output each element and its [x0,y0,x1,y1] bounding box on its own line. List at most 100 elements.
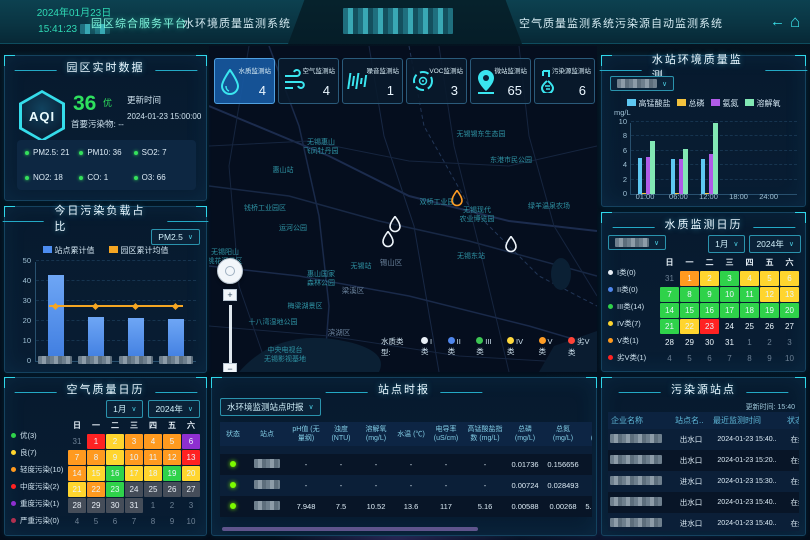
calendar-day[interactable]: 2 [700,271,719,286]
calendar-day[interactable]: 4 [68,514,86,529]
nav-item-3[interactable]: 空气质量监测系统 [519,15,615,31]
calendar-day[interactable]: 5 [760,271,779,286]
pollutant-dropdown[interactable]: PM2.5∨ [151,229,200,245]
calendar-day[interactable]: 3 [780,335,799,350]
calendar-day[interactable]: 10 [780,351,799,366]
calendar-day[interactable]: 28 [660,335,679,350]
calendar-day[interactable]: 15 [680,303,699,318]
calendar-day[interactable]: 4 [144,434,162,449]
calendar-day[interactable]: 14 [68,466,86,481]
calendar-day[interactable]: 20 [780,303,799,318]
calendar-day[interactable]: 21 [68,482,86,497]
calendar-day[interactable]: 17 [125,466,143,481]
calendar-day[interactable]: 1 [144,498,162,513]
calendar-day[interactable]: 8 [144,514,162,529]
calendar-day[interactable]: 8 [87,450,105,465]
calendar-day[interactable]: 2 [106,434,124,449]
year-dropdown[interactable]: 2024年∨ [148,400,200,418]
calendar-day[interactable]: 16 [700,303,719,318]
calendar-day[interactable]: 1 [680,271,699,286]
calendar-day[interactable]: 23 [106,482,124,497]
calendar-day[interactable]: 27 [780,319,799,334]
calendar-day[interactable]: 10 [720,287,739,302]
station-button-pollution[interactable]: 污染源监测站6 [534,58,595,104]
calendar-day[interactable]: 8 [740,351,759,366]
map-pan-compass[interactable] [217,258,243,284]
wcal-year-dropdown[interactable]: 2024年∨ [749,235,801,253]
calendar-day[interactable]: 4 [740,271,759,286]
nav-item-0[interactable]: 园区综合服务平台 [91,15,187,31]
map-canvas[interactable]: 无锡惠山 飞凤牡丹园无锡锡东生态园东港市民公园惠山站钱桥工业园区运河公园无锡阳山… [209,46,597,372]
calendar-day[interactable]: 17 [720,303,739,318]
back-icon[interactable]: ← [770,12,785,32]
calendar-day[interactable]: 27 [182,482,200,497]
calendar-day[interactable]: 30 [700,335,719,350]
calendar-day[interactable]: 3 [720,271,739,286]
station-button-wind[interactable]: 空气监测站4 [278,58,339,104]
calendar-day[interactable]: 22 [87,482,105,497]
calendar-day[interactable]: 6 [700,351,719,366]
calendar-day[interactable]: 29 [680,335,699,350]
calendar-day[interactable]: 12 [760,287,779,302]
calendar-day[interactable]: 7 [125,514,143,529]
calendar-day[interactable]: 24 [720,319,739,334]
calendar-day[interactable]: 28 [68,498,86,513]
calendar-day[interactable]: 26 [163,482,181,497]
map-zoom-slider[interactable] [229,305,232,363]
calendar-day[interactable]: 24 [125,482,143,497]
map-station-marker[interactable] [451,190,464,212]
home-icon[interactable]: ⌂ [790,12,800,32]
calendar-day[interactable]: 18 [740,303,759,318]
calendar-day[interactable]: 31 [68,434,86,449]
calendar-day[interactable]: 9 [163,514,181,529]
nav-item-4[interactable]: 污染源自动监测系统 [615,15,723,31]
calendar-day[interactable]: 31 [125,498,143,513]
calendar-day[interactable]: 9 [700,287,719,302]
station-button-pin[interactable]: 微站监测站65 [470,58,531,104]
calendar-day[interactable]: 18 [144,466,162,481]
calendar-day[interactable]: 7 [68,450,86,465]
calendar-day[interactable]: 19 [163,466,181,481]
calendar-day[interactable]: 10 [125,450,143,465]
report-hscrollbar[interactable] [222,527,478,531]
calendar-day[interactable]: 19 [760,303,779,318]
month-dropdown[interactable]: 1月∨ [106,400,143,418]
calendar-day[interactable]: 8 [680,287,699,302]
map-zoom-out-button[interactable]: − [223,363,237,372]
calendar-day[interactable]: 16 [106,466,124,481]
calendar-day[interactable]: 11 [740,287,759,302]
calendar-day[interactable]: 5 [680,351,699,366]
station-button-water[interactable]: 水质监测站4 [214,58,275,104]
water-station-dropdown[interactable]: ∨ [610,76,674,91]
calendar-day[interactable]: 7 [660,287,679,302]
calendar-day[interactable]: 2 [163,498,181,513]
calendar-day[interactable]: 13 [182,450,200,465]
calendar-day[interactable]: 30 [106,498,124,513]
calendar-day[interactable]: 9 [106,450,124,465]
calendar-day[interactable]: 3 [182,498,200,513]
wcal-station-dropdown[interactable]: ∨ [608,235,666,250]
calendar-day[interactable]: 29 [87,498,105,513]
calendar-day[interactable]: 6 [106,514,124,529]
calendar-day[interactable]: 1 [740,335,759,350]
calendar-day[interactable]: 22 [680,319,699,334]
calendar-day[interactable]: 3 [125,434,143,449]
calendar-day[interactable]: 4 [660,351,679,366]
calendar-day[interactable]: 31 [660,271,679,286]
calendar-day[interactable]: 9 [760,351,779,366]
calendar-day[interactable]: 25 [144,482,162,497]
calendar-day[interactable]: 7 [720,351,739,366]
wcal-month-dropdown[interactable]: 1月∨ [708,235,745,253]
calendar-day[interactable]: 6 [780,271,799,286]
map-zoom-in-button[interactable]: + [223,289,237,301]
calendar-day[interactable]: 15 [87,466,105,481]
calendar-day[interactable]: 14 [660,303,679,318]
calendar-day[interactable]: 5 [87,514,105,529]
calendar-day[interactable]: 11 [144,450,162,465]
calendar-day[interactable]: 10 [182,514,200,529]
calendar-day[interactable]: 26 [760,319,779,334]
calendar-day[interactable]: 31 [720,335,739,350]
calendar-day[interactable]: 21 [660,319,679,334]
map-station-marker[interactable] [505,236,518,258]
station-button-voc[interactable]: VOC监测站3 [406,58,467,104]
